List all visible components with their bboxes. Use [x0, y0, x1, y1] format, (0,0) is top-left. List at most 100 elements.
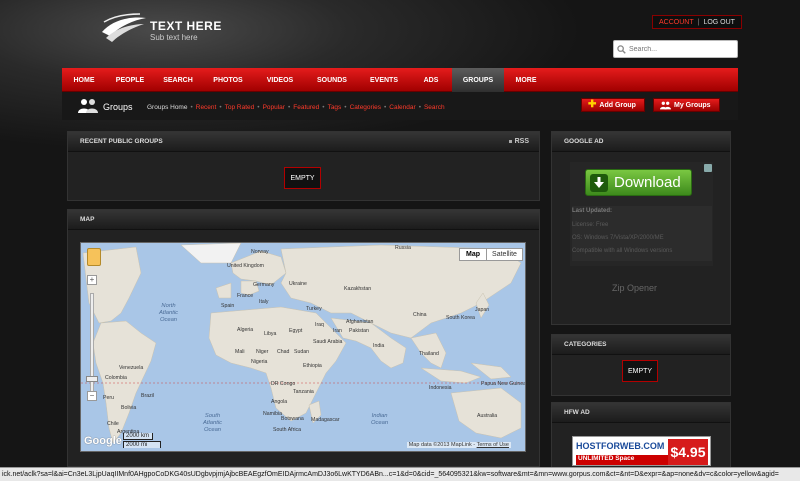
- map-type-map-button[interactable]: Map: [459, 248, 487, 261]
- map-label: Ethiopia: [303, 363, 322, 369]
- map-label: Italy: [259, 299, 269, 305]
- site-logo[interactable]: TEXT HERE Sub text here: [100, 12, 240, 52]
- map-label: Iran: [333, 328, 342, 334]
- map-label: Tanzania: [293, 389, 314, 395]
- subnav-sep: •: [287, 104, 291, 111]
- recent-groups-title: RECENT PUBLIC GROUPS: [80, 138, 163, 145]
- nav-item-events[interactable]: EVENTS: [358, 68, 410, 92]
- map-label: Pakistan: [349, 328, 369, 334]
- ad-product-name[interactable]: Zip Opener: [612, 283, 657, 293]
- map-label: Indonesia: [429, 385, 452, 391]
- download-label: Download: [614, 174, 681, 191]
- map-label: Norway: [251, 249, 269, 255]
- zoom-out-button[interactable]: −: [87, 391, 97, 401]
- subnav-categories[interactable]: Categories: [350, 104, 381, 111]
- recent-groups-empty: EMPTY: [284, 167, 321, 189]
- subnav-sep: •: [257, 104, 260, 111]
- account-link[interactable]: ACCOUNT: [659, 19, 694, 26]
- map-label: India: [373, 343, 385, 349]
- map-label: Turkey: [306, 306, 322, 312]
- nav-item-people[interactable]: PEOPLE: [106, 68, 154, 92]
- hfw-banner[interactable]: HOSTFORWEB.COM UNLIMITED Space $4.95: [572, 436, 711, 466]
- nav-item-videos[interactable]: VIDEOS: [254, 68, 306, 92]
- logout-link[interactable]: LOG OUT: [703, 19, 735, 26]
- scale-mi: 2000 mi: [123, 441, 161, 448]
- map-label: Algeria: [237, 327, 254, 333]
- map-label: Brazil: [141, 393, 154, 399]
- my-groups-button[interactable]: My Groups: [653, 98, 720, 112]
- ad-last-updated: Last Updated:: [572, 208, 612, 214]
- add-group-button[interactable]: ✚ Add Group: [581, 98, 645, 112]
- subnav-top-rated[interactable]: Top Rated: [225, 104, 255, 111]
- subnav-groups-home[interactable]: Groups Home: [147, 104, 187, 111]
- adchoices-icon[interactable]: [704, 164, 712, 172]
- hfw-unlimited: UNLIMITED Space: [576, 455, 668, 465]
- account-bar: ACCOUNT | LOG OUT: [652, 15, 742, 29]
- recent-groups-header: RECENT PUBLIC GROUPS RSS: [68, 132, 539, 152]
- nav-item-search[interactable]: SEARCH: [154, 68, 202, 92]
- google-ad-title: GOOGLE AD: [564, 138, 604, 145]
- map-label: Australia: [477, 413, 498, 419]
- zoom-slider-handle[interactable]: [86, 376, 98, 382]
- map-attribution-text: Map data ©2013 MapLink -: [408, 442, 476, 448]
- world-map[interactable]: Norway Russia United Kingdom Germany Ukr…: [80, 242, 526, 452]
- ad-license: License: Free: [572, 222, 609, 228]
- map-label: Afghanistan: [346, 319, 374, 325]
- google-logo: Google: [84, 435, 122, 447]
- subnav-sep: •: [190, 104, 193, 111]
- subnav-recent[interactable]: Recent: [196, 104, 217, 111]
- groups-subbar: Groups Groups Home • Recent • Top Rated …: [62, 92, 738, 120]
- map-label: Angola: [271, 399, 288, 405]
- nav-item-home[interactable]: HOME: [62, 68, 106, 92]
- map-label: Bolivia: [121, 405, 137, 411]
- map-label: Ukraine: [289, 281, 307, 287]
- map-type-satellite-button[interactable]: Satellite: [486, 248, 523, 261]
- subnav-sep: •: [344, 104, 347, 111]
- ad-last-updated-label: Last Updated:: [572, 208, 613, 214]
- map-label: France: [237, 293, 254, 299]
- search-input[interactable]: [629, 45, 729, 53]
- subnav-calendar[interactable]: Calendar: [389, 104, 415, 111]
- swoosh-logo-icon: [102, 13, 146, 42]
- nav-item-groups[interactable]: GROUPS: [452, 68, 504, 92]
- map-label: Libya: [264, 331, 277, 337]
- subnav-tags[interactable]: Tags: [328, 104, 342, 111]
- street-view-pegman-icon[interactable]: [87, 248, 101, 266]
- search-box: [613, 40, 738, 58]
- plus-icon: ✚: [588, 99, 597, 110]
- nav-item-more[interactable]: MORE: [504, 68, 548, 92]
- subnav-sep: •: [322, 104, 325, 111]
- brand-subtitle: Sub text here: [150, 33, 198, 42]
- nav-item-sounds[interactable]: SOUNDS: [306, 68, 358, 92]
- map-label: Namibia: [263, 411, 283, 417]
- zoom-in-button[interactable]: +: [87, 275, 97, 285]
- map-label: Niger: [256, 349, 269, 355]
- scale-km: 2000 km: [123, 433, 153, 440]
- subnav-featured[interactable]: Featured: [293, 104, 319, 111]
- google-ad-header: GOOGLE AD: [552, 132, 730, 152]
- subnav-search[interactable]: Search: [424, 104, 445, 111]
- map-label: Thailand: [419, 351, 439, 357]
- map-label: Chile: [107, 421, 119, 427]
- download-arrow-icon: [590, 173, 608, 192]
- map-label: Iraq: [315, 322, 324, 328]
- subnav-sep: •: [418, 104, 421, 111]
- hfw-ad-title: HFW AD: [564, 409, 590, 416]
- download-button[interactable]: Download: [585, 169, 692, 196]
- groups-subnav: Groups Home • Recent • Top Rated • Popul…: [147, 104, 445, 111]
- terms-of-use-link[interactable]: Terms of Use: [477, 442, 509, 448]
- brand-title: TEXT HERE: [150, 19, 222, 33]
- categories-title: CATEGORIES: [564, 341, 607, 348]
- my-groups-label: My Groups: [674, 101, 711, 109]
- nav-item-ads[interactable]: ADS: [410, 68, 452, 92]
- rss-link[interactable]: RSS: [508, 138, 529, 145]
- nav-item-photos[interactable]: PHOTOS: [202, 68, 254, 92]
- ocean-label: North Atlantic Ocean: [159, 303, 179, 323]
- groups-people-icon: [78, 99, 98, 113]
- subnav-popular[interactable]: Popular: [263, 104, 285, 111]
- map-label: China: [413, 312, 427, 318]
- groups-people-icon: [660, 101, 671, 109]
- rss-label: RSS: [514, 138, 529, 145]
- map-label: DR Congo: [271, 381, 296, 387]
- map-label: Russia: [395, 245, 411, 251]
